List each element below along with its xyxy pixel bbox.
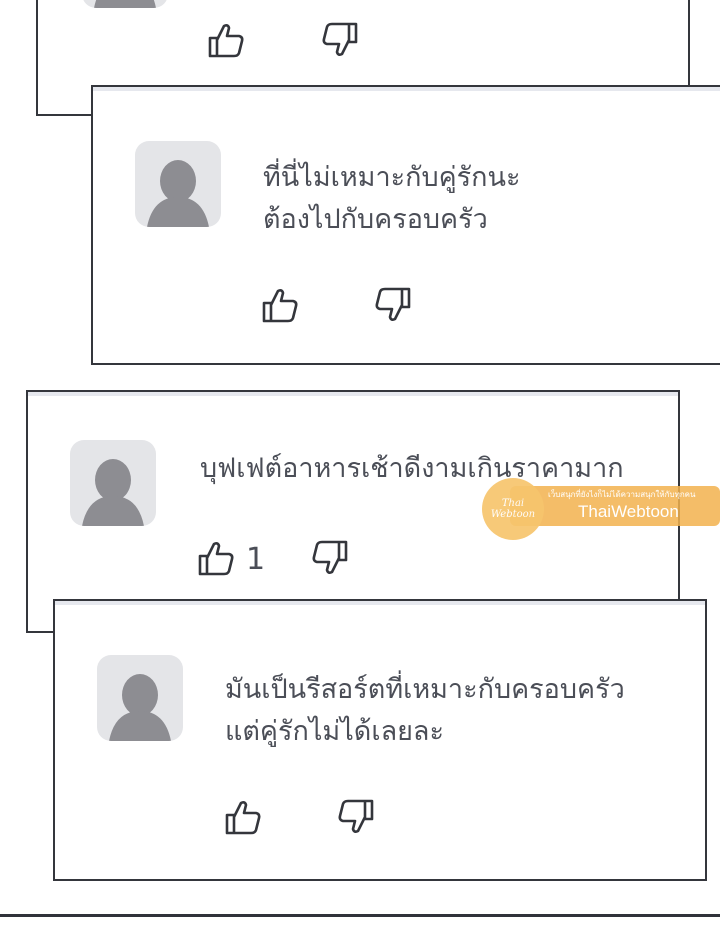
avatar — [82, 0, 168, 8]
avatar-silhouette-icon — [82, 459, 144, 526]
bottom-divider — [0, 914, 720, 917]
comment-line: ต้องไปกับครอบครัว — [263, 204, 488, 235]
comment-text: ที่นี่ไม่เหมาะกับคู่รักนะ ต้องไปกับครอบค… — [263, 157, 520, 241]
comment-card-4: มันเป็นรีสอร์ตที่เหมาะกับครอบครัว แต่คู่… — [53, 599, 707, 881]
thumbs-down-icon — [338, 799, 374, 833]
watermark-circle: Thai Webtoon — [482, 478, 544, 540]
dislike-button[interactable] — [373, 285, 413, 325]
like-button[interactable] — [223, 797, 263, 837]
avatar — [70, 440, 156, 526]
avatar — [97, 655, 183, 741]
comment-line: ที่นี่ไม่เหมาะกับคู่รักนะ — [263, 162, 521, 193]
comment-text: มันเป็นรีสอร์ตที่เหมาะกับครอบครัว แต่คู่… — [225, 669, 625, 753]
thumbs-up-icon — [225, 801, 261, 835]
like-button[interactable] — [196, 538, 236, 578]
comment-card-2: ที่นี่ไม่เหมาะกับคู่รักนะ ต้องไปกับครอบค… — [91, 85, 720, 365]
avatar-silhouette-icon — [109, 674, 171, 741]
avatar — [135, 141, 221, 227]
thumbs-down-icon — [322, 22, 358, 56]
avatar-silhouette-icon — [147, 160, 209, 227]
comment-line: แต่คู่รักไม่ได้เลยละ — [225, 716, 444, 747]
watermark-logo: Thai Webtoon เว็บสนุกที่ยังไงก็ไม่ได้ควา… — [474, 478, 720, 540]
watermark-tagline: เว็บสนุกที่ยังไงก็ไม่ได้ความสนุกให้กับทุ… — [548, 490, 696, 499]
thumbs-down-icon — [375, 287, 411, 321]
like-button[interactable] — [206, 20, 246, 60]
thumbs-down-icon — [312, 540, 348, 574]
like-button[interactable] — [260, 285, 300, 325]
comment-line: มันเป็นรีสอร์ตที่เหมาะกับครอบครัว — [225, 674, 625, 705]
dislike-button[interactable] — [336, 797, 376, 837]
thumbs-up-icon — [198, 542, 234, 576]
dislike-button[interactable] — [310, 538, 350, 578]
avatar-silhouette-icon — [94, 0, 156, 8]
watermark-brand: ThaiWebtoon — [578, 502, 679, 521]
like-count: 1 — [246, 542, 266, 577]
dislike-button[interactable] — [320, 20, 360, 60]
thumbs-up-icon — [208, 24, 244, 58]
thumbs-up-icon — [262, 289, 298, 323]
